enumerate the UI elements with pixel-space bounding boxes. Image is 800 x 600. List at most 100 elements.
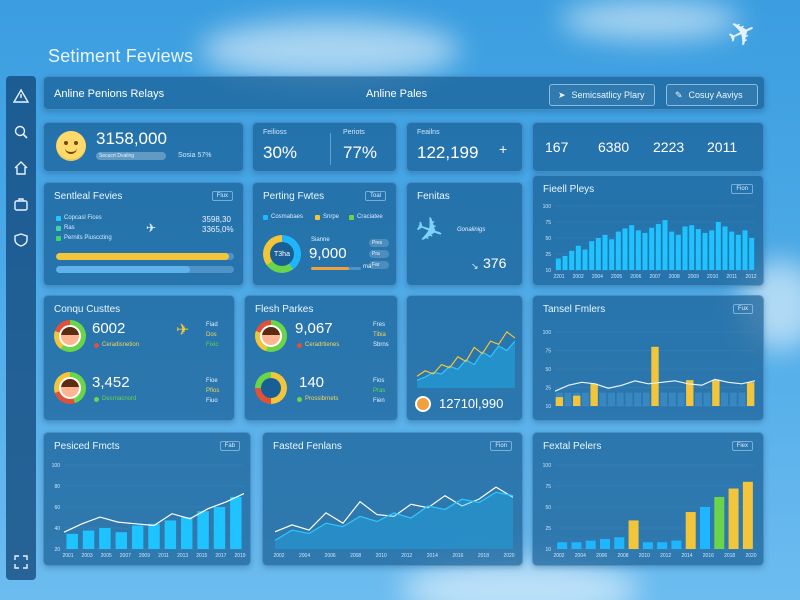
background-bar	[721, 392, 729, 406]
bar	[197, 511, 209, 549]
kpi-four-value-2: 6380	[598, 139, 630, 155]
tranel-chart: 100 75 50 25 10	[543, 330, 756, 410]
background-bar	[599, 392, 607, 406]
bar	[66, 533, 78, 549]
x-tick-label: 2008	[617, 553, 628, 559]
x-tick-label: 2010	[639, 553, 650, 559]
background-bar	[608, 392, 615, 406]
alert-icon[interactable]	[11, 86, 31, 106]
bar	[729, 231, 735, 270]
kpi-four-value-1: 167	[545, 139, 569, 155]
kpi-four-panel: 167 6380 2223 2011	[532, 122, 764, 172]
bar	[562, 255, 568, 270]
x-tick-label: 2003	[82, 553, 93, 559]
x-tick-label: 2019	[234, 553, 245, 559]
add-icon[interactable]: +	[499, 141, 507, 157]
legend-item: Cosmabaes	[263, 214, 303, 220]
briefcase-icon[interactable]	[11, 194, 31, 214]
flight-side-1b: Tibia	[373, 332, 386, 338]
bar	[628, 520, 639, 549]
legend-swatch	[56, 225, 61, 231]
bar	[685, 512, 696, 549]
x-tick-label: 2007	[120, 553, 131, 559]
series-line-area	[275, 492, 513, 549]
sidebar	[6, 76, 36, 580]
kpi-two-value-a: 30%	[263, 143, 298, 162]
cloud-decoration	[200, 20, 460, 80]
x-tick-label: 2006	[325, 553, 336, 559]
x-tick-label: 2201	[553, 274, 564, 280]
bar	[695, 229, 701, 270]
background-bar	[660, 392, 668, 406]
airplane-icon: ✈	[146, 221, 157, 235]
x-tick-label: 2016	[452, 553, 463, 559]
x-tick-label: 2004	[299, 553, 310, 559]
bar	[669, 231, 675, 270]
kpi-main-value: 3158,000	[96, 129, 167, 148]
countries-side-2c: Fiuo	[206, 398, 218, 404]
bar	[742, 230, 748, 270]
sentiment-title: Sentleal Fevies	[54, 191, 123, 202]
avatar	[59, 325, 81, 347]
ranking-panel: Perting Fwtes Toal Cosmabaes Snrpe Craci…	[252, 182, 397, 286]
ranking-subtitle: Sianne	[311, 237, 330, 243]
globe-icon	[415, 396, 431, 412]
x-tick-label: 2002	[573, 274, 584, 280]
x-tick-label: 2012	[745, 274, 756, 280]
search-icon[interactable]	[11, 122, 31, 142]
bar	[629, 225, 635, 270]
background-bar	[695, 392, 702, 406]
smiley-icon	[56, 131, 86, 161]
x-tick-label: 2009	[688, 274, 699, 280]
posted-panel: Pesiced Fmcts Fab 100 80 60 40 20 2001 2003 200…	[43, 432, 251, 566]
ranking-title: Perting Fwtes	[263, 191, 325, 202]
bar	[622, 228, 628, 270]
legend-item: Ras	[56, 225, 75, 231]
legend-swatch	[263, 214, 268, 220]
bar	[642, 232, 648, 270]
legend-item: Pernits Piusccting	[56, 235, 112, 241]
shield-icon[interactable]	[11, 230, 31, 250]
x-tick-label: 2002	[553, 553, 564, 559]
flight-side-1a: Fres	[373, 322, 385, 328]
x-tick-label: 2014	[427, 553, 438, 559]
ranking-tag[interactable]: Toal	[364, 191, 386, 201]
x-tick-label: 2018	[478, 553, 489, 559]
cloud-decoration	[560, 0, 740, 40]
ranking-value: 9,000	[309, 245, 347, 262]
bar	[689, 225, 695, 270]
background-bar	[625, 392, 633, 406]
sentiment-bar-1-fill	[56, 253, 229, 260]
x-tick-label: 2012	[660, 553, 671, 559]
countries-side-1c: Fixic	[206, 342, 219, 348]
y-tick-label: 75	[545, 484, 551, 490]
bar	[82, 530, 95, 549]
bar	[115, 532, 127, 549]
x-tick-label: 2016	[703, 553, 714, 559]
y-tick-label: 25	[545, 386, 551, 392]
expand-icon[interactable]	[11, 552, 31, 572]
countries-value-2: 3,452	[92, 374, 130, 391]
app-title: Setiment Feviews	[48, 46, 194, 66]
bar	[555, 258, 561, 270]
trend-chart: 100 75 50 25 102201 2002 2004 2005 2006 2007 2008 2…	[543, 204, 757, 280]
countries-title: Conqu Custtes	[54, 304, 121, 315]
flight-label-1-text: Ceradrtienes	[305, 342, 340, 348]
bar	[148, 523, 160, 549]
y-tick-label: 50	[545, 236, 551, 242]
x-tick-label: 2014	[681, 553, 692, 559]
kpi-two-label-b: Periots	[343, 129, 365, 136]
airplane-icon: ✈	[409, 208, 450, 254]
cosuy-button[interactable]: ✎ Cosuy Aaviys	[666, 84, 758, 106]
bar	[712, 380, 720, 406]
bar	[573, 395, 581, 406]
background-bar	[738, 392, 746, 406]
flight-value-2: 140	[299, 374, 325, 391]
home-icon[interactable]	[11, 158, 31, 178]
sentiment-tag[interactable]: Flux	[211, 191, 233, 201]
semicsat-button[interactable]: ➤ Semicsatlicy Plary	[549, 84, 655, 106]
x-tick-label: 2006	[630, 274, 641, 280]
bar	[602, 234, 608, 270]
bar	[742, 481, 753, 549]
y-tick-label: 25	[545, 526, 551, 532]
